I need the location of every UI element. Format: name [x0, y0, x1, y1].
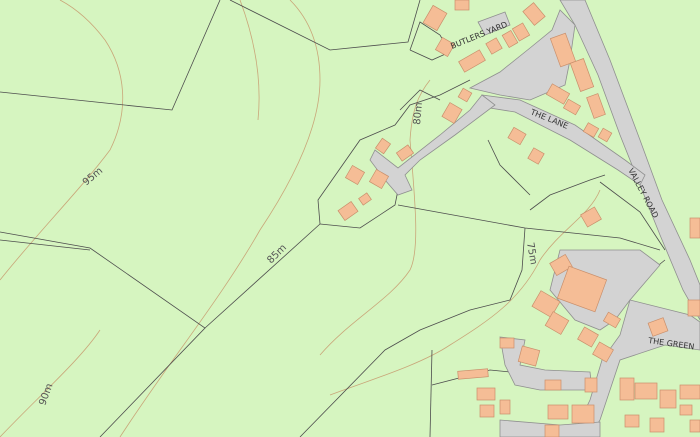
map-svg[interactable]: 95m 85m 80m 75m 90m BUTLERS YARD THE LAN…	[0, 0, 700, 437]
building	[547, 404, 569, 420]
building	[634, 382, 658, 400]
map-canvas[interactable]: 95m 85m 80m 75m 90m BUTLERS YARD THE LAN…	[0, 0, 700, 437]
building	[624, 414, 640, 428]
building	[659, 389, 677, 409]
building	[476, 387, 496, 401]
building	[679, 404, 693, 416]
building	[689, 217, 700, 239]
building	[689, 419, 700, 433]
building	[454, 0, 470, 11]
building	[679, 384, 700, 400]
building	[544, 424, 560, 437]
building	[479, 404, 495, 418]
building	[571, 404, 595, 424]
building	[499, 399, 511, 415]
building	[499, 337, 515, 349]
contour-label-80m: 80m	[412, 102, 425, 125]
building	[619, 377, 635, 401]
building	[584, 377, 598, 393]
building	[649, 417, 665, 433]
building	[687, 299, 700, 317]
building	[544, 379, 562, 391]
